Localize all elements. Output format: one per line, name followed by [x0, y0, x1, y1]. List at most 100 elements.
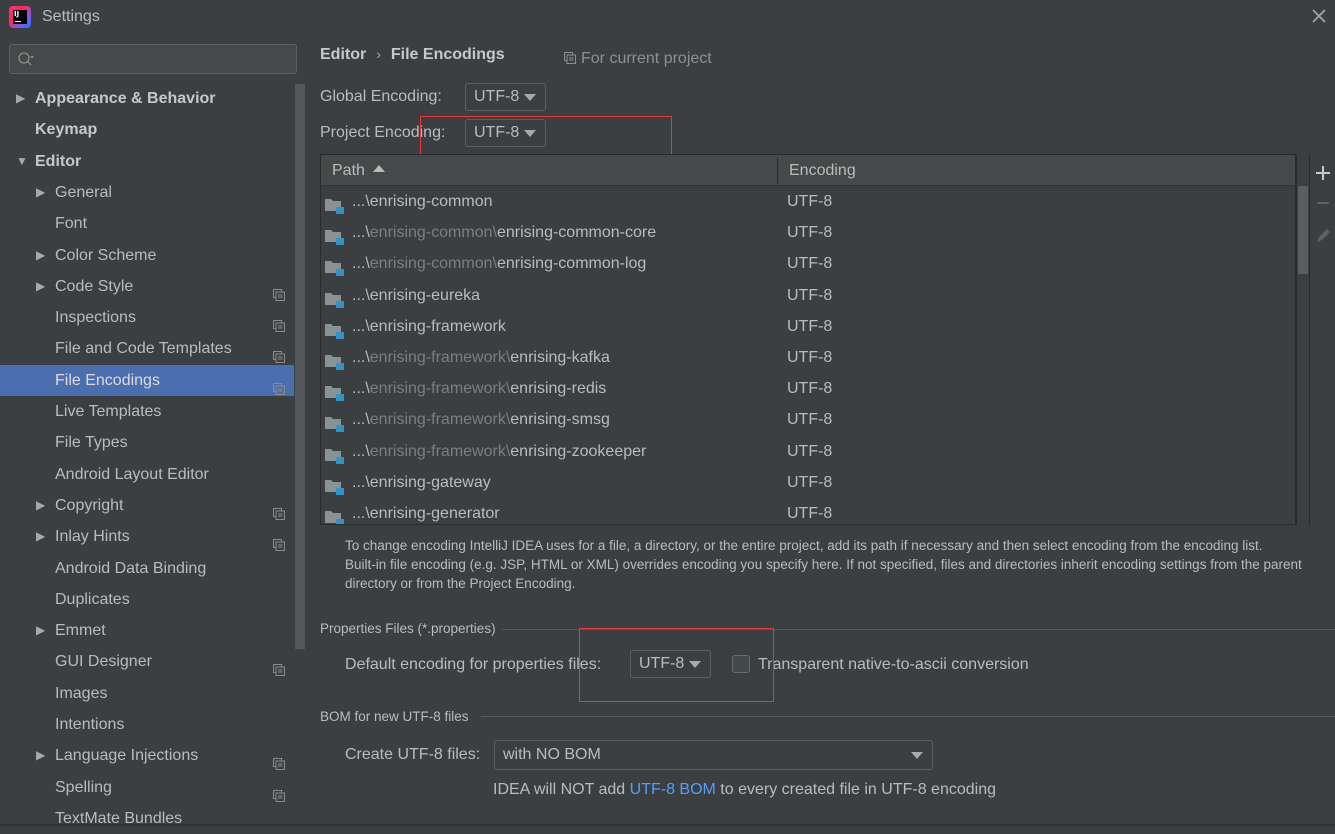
sidebar-item-duplicates[interactable]: Duplicates: [0, 584, 294, 615]
row-encoding[interactable]: UTF-8: [787, 467, 832, 498]
sidebar-item-emmet[interactable]: ▶ Emmet: [0, 615, 294, 646]
group-divider: [502, 629, 1335, 630]
row-encoding[interactable]: UTF-8: [787, 342, 832, 373]
search-input[interactable]: [42, 45, 292, 73]
path-parent: enrising-common\: [369, 224, 497, 242]
close-icon: [1312, 9, 1326, 23]
sidebar-item-file-encodings[interactable]: File Encodings: [0, 364, 294, 396]
column-header-encoding[interactable]: Encoding: [789, 155, 856, 185]
bom-group-title: BOM for new UTF-8 files: [320, 709, 469, 724]
row-encoding[interactable]: UTF-8: [787, 186, 832, 217]
table-row[interactable]: ...\enrising-common\enrising-common-core…: [321, 217, 1295, 248]
settings-search[interactable]: [9, 44, 297, 74]
project-encoding-value: UTF-8: [474, 124, 520, 141]
table-row[interactable]: ...\enrising-gateway UTF-8: [321, 467, 1295, 498]
sidebar-item-label: Live Templates: [55, 403, 162, 420]
sidebar-item-color-scheme[interactable]: ▶ Color Scheme: [0, 240, 294, 271]
path-name: enrising-zookeeper: [510, 442, 647, 460]
row-encoding[interactable]: UTF-8: [787, 404, 832, 435]
edit-path-button[interactable]: [1310, 222, 1335, 248]
collapsed-arrow-icon[interactable]: ▶: [16, 83, 30, 114]
row-encoding[interactable]: UTF-8: [787, 248, 832, 279]
row-encoding[interactable]: UTF-8: [787, 280, 832, 311]
sidebar-item-label: Images: [55, 684, 108, 702]
sidebar-item-appearance-behavior[interactable]: ▶ Appearance & Behavior: [0, 83, 294, 114]
table-scrollbar[interactable]: [1296, 155, 1308, 525]
path-name: enrising-eureka: [369, 286, 481, 304]
native-to-ascii-checkbox[interactable]: [732, 655, 750, 673]
column-divider[interactable]: [777, 157, 778, 184]
sidebar-item-code-style[interactable]: ▶ Code Style: [0, 271, 294, 302]
table-row[interactable]: ...\enrising-common UTF-8: [321, 186, 1295, 217]
sidebar-item-label: Spelling: [55, 778, 112, 796]
project-encoding-select[interactable]: UTF-8: [465, 119, 546, 147]
row-encoding[interactable]: UTF-8: [787, 498, 832, 524]
sidebar-item-keymap[interactable]: Keymap: [0, 114, 294, 145]
sidebar-item-intentions[interactable]: Intentions: [0, 709, 294, 740]
row-encoding[interactable]: UTF-8: [787, 217, 832, 248]
table-row[interactable]: ...\enrising-framework\enrising-kafka UTF…: [321, 342, 1295, 373]
collapsed-arrow-icon[interactable]: ▶: [36, 240, 50, 271]
collapsed-arrow-icon[interactable]: ▶: [36, 271, 50, 302]
sidebar-item-inspections[interactable]: Inspections: [0, 302, 294, 333]
path-prefix: ...\: [352, 473, 370, 491]
sidebar-item-android-layout-editor[interactable]: Android Layout Editor: [0, 459, 294, 490]
column-header-path[interactable]: Path: [332, 155, 385, 185]
sidebar-item-inlay-hints[interactable]: ▶ Inlay Hints: [0, 521, 294, 552]
sidebar-item-general[interactable]: ▶ General: [0, 177, 294, 208]
plus-icon: [1316, 166, 1330, 180]
sidebar-item-label: Editor: [35, 152, 82, 170]
global-encoding-select[interactable]: UTF-8: [465, 83, 546, 111]
collapsed-arrow-icon[interactable]: ▶: [36, 740, 50, 771]
sidebar-item-spelling[interactable]: Spelling: [0, 772, 294, 803]
path-parent: enrising-framework\: [369, 380, 511, 398]
table-row[interactable]: ...\enrising-eureka UTF-8: [321, 280, 1295, 311]
create-utf8-select[interactable]: with NO BOM: [494, 740, 933, 770]
module-folder-icon: [325, 319, 344, 339]
breadcrumb-current: File Encodings: [390, 46, 505, 63]
scope-note: For current project: [564, 50, 712, 68]
table-row[interactable]: ...\enrising-framework\enrising-zookeepe…: [321, 436, 1295, 467]
scrollbar-thumb[interactable]: [295, 84, 305, 649]
table-scrollbar-thumb[interactable]: [1298, 186, 1308, 274]
collapsed-arrow-icon[interactable]: ▶: [36, 177, 50, 208]
sidebar-item-copyright[interactable]: ▶ Copyright: [0, 490, 294, 521]
row-encoding[interactable]: UTF-8: [787, 436, 832, 467]
sidebar-item-editor[interactable]: ▼ Editor: [0, 146, 294, 177]
file-encodings-panel: Editor › File Encodings For current projec…: [306, 34, 1335, 824]
table-row[interactable]: ...\enrising-framework\enrising-redis UTF…: [321, 373, 1295, 404]
row-encoding[interactable]: UTF-8: [787, 373, 832, 404]
expanded-arrow-icon[interactable]: ▼: [16, 146, 30, 177]
bom-note: IDEA will NOT add UTF-8 BOM to every cre…: [493, 781, 996, 799]
module-folder-icon: [325, 412, 344, 433]
table-row[interactable]: ...\enrising-generator UTF-8: [321, 498, 1295, 524]
sidebar-item-android-data-binding[interactable]: Android Data Binding: [0, 553, 294, 584]
sidebar-item-language-injections[interactable]: ▶ Language Injections: [0, 740, 294, 771]
collapsed-arrow-icon[interactable]: ▶: [36, 521, 50, 552]
row-encoding[interactable]: UTF-8: [787, 311, 832, 342]
sidebar-item-live-templates[interactable]: Live Templates: [0, 396, 294, 427]
sidebar-item-images[interactable]: Images: [0, 678, 294, 709]
table-row[interactable]: ...\enrising-framework UTF-8: [321, 311, 1295, 342]
sidebar-item-label: Inlay Hints: [55, 528, 130, 546]
path-name: enrising-gateway: [369, 473, 491, 491]
sidebar-item-font[interactable]: Font: [0, 208, 294, 239]
sidebar-scrollbar[interactable]: [294, 82, 306, 834]
properties-encoding-select[interactable]: UTF-8: [630, 650, 711, 678]
path-name: enrising-common-core: [496, 224, 657, 242]
collapsed-arrow-icon[interactable]: ▶: [36, 490, 50, 521]
project-scope-icon: [273, 656, 285, 677]
sidebar-item-file-and-code-templates[interactable]: File and Code Templates: [0, 333, 294, 364]
chevron-down-icon: [524, 94, 536, 101]
sidebar-item-gui-designer[interactable]: GUI Designer: [0, 646, 294, 677]
add-path-button[interactable]: [1310, 160, 1335, 186]
collapsed-arrow-icon[interactable]: ▶: [36, 615, 50, 646]
table-row[interactable]: ...\enrising-framework\enrising-smsg UTF-…: [321, 404, 1295, 435]
table-row[interactable]: ...\enrising-common\enrising-common-log U…: [321, 248, 1295, 279]
sidebar-item-file-types[interactable]: File Types: [0, 427, 294, 458]
close-button[interactable]: [1309, 6, 1329, 26]
native-to-ascii-label[interactable]: Transparent native-to-ascii conversion: [758, 656, 1029, 674]
utf8-bom-link[interactable]: UTF-8 BOM: [630, 781, 716, 798]
remove-path-button[interactable]: [1310, 190, 1335, 216]
row-path: ...\enrising-framework\enrising-kafka: [352, 342, 610, 373]
